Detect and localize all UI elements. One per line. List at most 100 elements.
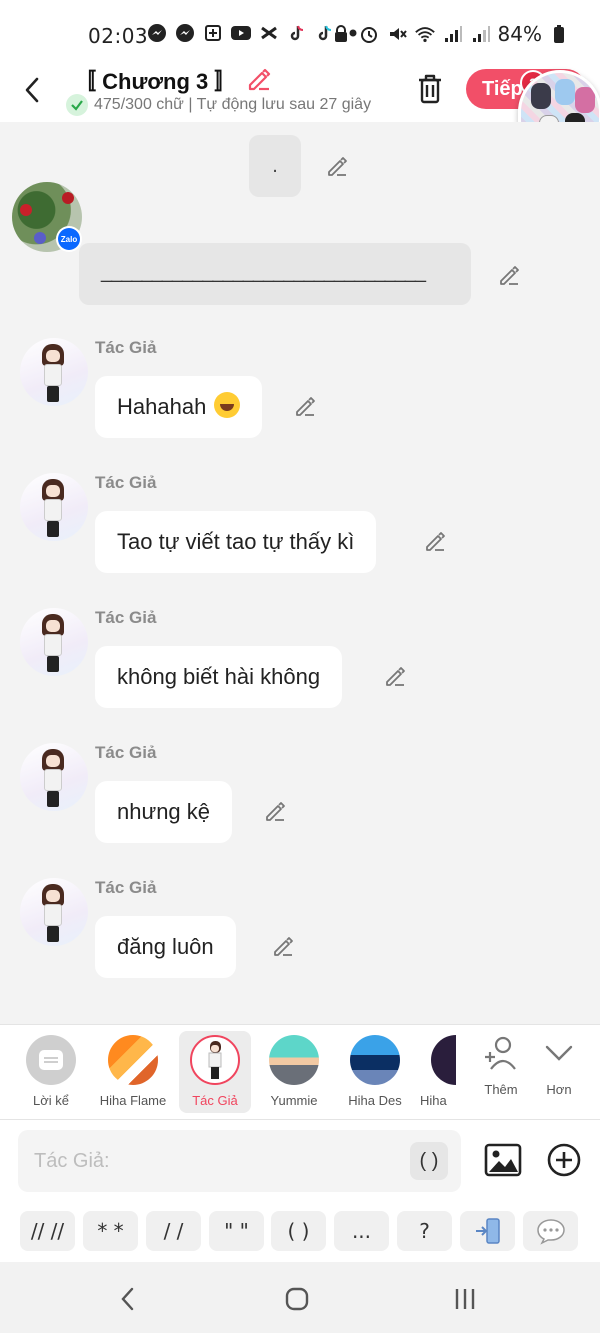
nav-back-button[interactable] bbox=[108, 1282, 148, 1316]
character-avatar bbox=[269, 1035, 319, 1085]
author-avatar bbox=[20, 878, 88, 946]
add-character-label: Thêm bbox=[484, 1082, 518, 1097]
author-name: Tác Giả bbox=[95, 878, 157, 897]
system-nav-bar bbox=[0, 1262, 600, 1333]
insert-parentheses-button[interactable]: ( ) bbox=[410, 1142, 448, 1180]
message-bubble[interactable]: . bbox=[249, 135, 301, 197]
app-icon bbox=[202, 22, 224, 44]
delete-button[interactable] bbox=[414, 72, 446, 106]
message-bubble[interactable]: Tao tự viết tao tự thấy kì bbox=[95, 511, 377, 573]
messenger-icon bbox=[146, 22, 168, 44]
word-count-row: 475/300 chữ | Tự động lưu sau 27 giây bbox=[66, 94, 392, 116]
message-row: Tác Giả Tao tự viết tao tự thấy kì bbox=[0, 473, 600, 603]
status-time: 02:03 bbox=[88, 24, 149, 48]
message-row: Tác Giả không biết hài không bbox=[0, 608, 600, 738]
message-row: Tác Giả nhưng kệ bbox=[0, 743, 600, 873]
rofl-emoji-icon bbox=[214, 392, 241, 418]
tiktok-icon bbox=[286, 22, 308, 44]
character-avatar bbox=[108, 1035, 158, 1085]
add-character-button[interactable]: Thêm bbox=[476, 1035, 526, 1097]
character-hiha[interactable]: Hiha bbox=[420, 1031, 456, 1113]
message-row: Tác Giả đăng luôn bbox=[0, 878, 600, 1008]
nav-home-button[interactable] bbox=[277, 1282, 317, 1316]
mute-icon bbox=[386, 23, 408, 45]
wifi-icon bbox=[414, 23, 436, 45]
pencil-icon bbox=[249, 68, 271, 90]
character-label: Lời kể bbox=[33, 1093, 69, 1108]
message-input[interactable]: Tác Giả: ( ) bbox=[18, 1130, 461, 1192]
pencil-icon bbox=[328, 157, 347, 176]
more-button[interactable]: Hơn bbox=[534, 1035, 584, 1097]
character-label: Hiha Flame bbox=[99, 1093, 167, 1108]
message-bubble[interactable]: nhưng kệ bbox=[95, 781, 233, 843]
message-row: Tác Giả Hahahah bbox=[0, 338, 600, 468]
phone-swap-icon bbox=[475, 1218, 500, 1244]
back-button[interactable] bbox=[16, 74, 48, 106]
editor-header: 〚 Chương 3 〛 475/300 chữ | Tự động lưu s… bbox=[0, 62, 600, 122]
symbol-button[interactable]: / / bbox=[146, 1211, 201, 1251]
character-yummie[interactable]: Yummie bbox=[258, 1031, 330, 1113]
author-avatar bbox=[20, 608, 88, 676]
plus-circle-icon bbox=[547, 1143, 581, 1177]
character-narrator[interactable]: Lời kể bbox=[15, 1031, 87, 1113]
character-hiha-flame[interactable]: Hiha Flame bbox=[97, 1031, 169, 1113]
status-bar: 02:03 84% bbox=[0, 0, 600, 62]
message-bubble[interactable]: không biết hài không bbox=[95, 646, 343, 708]
message-bubble[interactable]: Hahahah bbox=[95, 376, 263, 438]
author-name: Tác Giả bbox=[95, 473, 157, 492]
symbol-button[interactable]: ( ) bbox=[271, 1211, 326, 1251]
symbol-button[interactable]: ? bbox=[397, 1211, 452, 1251]
chat-options-button[interactable] bbox=[523, 1211, 578, 1251]
author-avatar bbox=[20, 473, 88, 541]
chapter-title[interactable]: 〚 Chương 3 〛 bbox=[74, 64, 236, 96]
chapter-title-row: 〚 Chương 3 〛 bbox=[74, 64, 272, 96]
messenger-icon bbox=[174, 22, 196, 44]
chevron-left-icon bbox=[25, 77, 39, 103]
edit-message-button[interactable] bbox=[263, 799, 287, 823]
character-author[interactable]: Tác Giả bbox=[179, 1031, 251, 1113]
home-icon bbox=[285, 1287, 309, 1311]
youtube-icon bbox=[230, 22, 252, 44]
edit-message-button[interactable] bbox=[497, 263, 521, 287]
author-name: Tác Giả bbox=[95, 338, 157, 357]
lock-icon bbox=[330, 23, 352, 45]
battery-icon bbox=[548, 23, 570, 45]
message-bubble[interactable]: đăng luôn bbox=[95, 916, 236, 978]
character-label: Yummie bbox=[270, 1093, 318, 1108]
nav-recents-button[interactable] bbox=[445, 1282, 485, 1316]
system-icons: 84% bbox=[330, 22, 570, 46]
character-avatar bbox=[350, 1035, 400, 1085]
symbol-button[interactable]: * * bbox=[83, 1211, 138, 1251]
symbol-button[interactable]: // // bbox=[20, 1211, 75, 1251]
symbol-button[interactable]: ... bbox=[334, 1211, 389, 1251]
edit-message-button[interactable] bbox=[423, 529, 447, 553]
pencil-icon bbox=[426, 532, 445, 551]
symbol-button[interactable]: " " bbox=[209, 1211, 264, 1251]
recents-icon bbox=[455, 1289, 475, 1309]
signal-icon bbox=[470, 23, 492, 45]
chevron-down-icon bbox=[545, 1045, 573, 1061]
character-hiha-des[interactable]: Hiha Des bbox=[339, 1031, 411, 1113]
message-bubble[interactable]: ________________________________ bbox=[79, 243, 471, 305]
edit-message-button[interactable] bbox=[383, 664, 407, 688]
edit-message-button[interactable] bbox=[271, 934, 295, 958]
chat-bubble-icon bbox=[536, 1219, 565, 1245]
check-icon bbox=[66, 94, 88, 116]
chevron-left-icon bbox=[121, 1287, 134, 1311]
pencil-icon bbox=[500, 266, 519, 285]
character-label: Hiha bbox=[420, 1093, 447, 1108]
switch-device-button[interactable] bbox=[460, 1211, 515, 1251]
image-icon bbox=[484, 1143, 522, 1177]
edit-message-button[interactable] bbox=[325, 154, 349, 178]
edit-message-button[interactable] bbox=[293, 394, 317, 418]
chat-area[interactable]: . Zalo ________________________________ … bbox=[0, 122, 600, 1024]
more-label: Hơn bbox=[546, 1082, 572, 1097]
message-text: ________________________________ bbox=[101, 261, 426, 283]
add-button[interactable] bbox=[546, 1142, 582, 1178]
pencil-icon bbox=[296, 397, 315, 416]
capcut-icon bbox=[258, 22, 280, 44]
insert-image-button[interactable] bbox=[484, 1142, 522, 1178]
edit-title-button[interactable] bbox=[246, 65, 272, 96]
author-name: Tác Giả bbox=[95, 743, 157, 762]
pencil-icon bbox=[274, 937, 293, 956]
